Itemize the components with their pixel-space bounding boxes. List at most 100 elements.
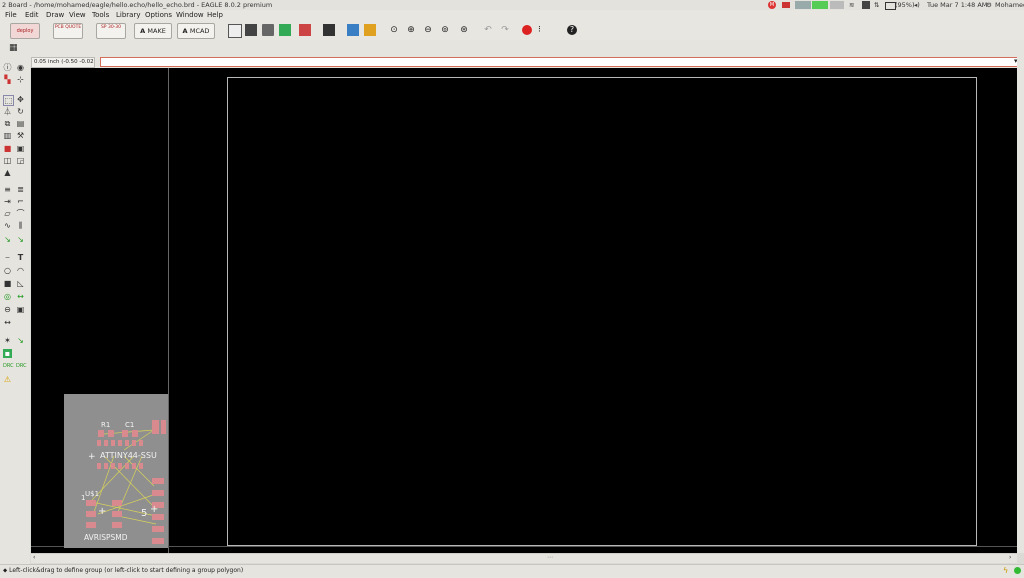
menu-library[interactable]: Library [116, 10, 140, 21]
smash-icon[interactable]: ◲ [16, 156, 25, 165]
meander-icon[interactable]: ∿ [3, 221, 12, 230]
ulp-icon[interactable] [323, 24, 335, 36]
menu-view[interactable]: View [69, 10, 86, 21]
move-icon[interactable]: ✥ [16, 95, 25, 104]
hole-icon[interactable]: ⊖ [3, 305, 12, 314]
via-icon[interactable]: ◎ [3, 292, 12, 301]
lock-icon[interactable]: ▣ [16, 144, 25, 153]
eye-icon[interactable]: ◉ [16, 63, 25, 72]
mcad-button[interactable]: A MCAD [177, 23, 215, 39]
zoom-redraw-icon[interactable]: ⊚ [439, 24, 451, 36]
clock[interactable]: Tue Mar 7 1:48 AM [927, 0, 987, 10]
command-input[interactable] [100, 57, 1020, 67]
grid-icon[interactable]: ▦ [9, 43, 19, 53]
menu-help[interactable]: Help [207, 10, 223, 21]
delete-icon[interactable]: ▥ [3, 131, 12, 140]
go-icon[interactable]: ⁝ [538, 24, 544, 36]
component-cluster[interactable]: R1 C1 ATTINY44-SSU + 1 U$1 + 5 + AVRISPS… [64, 394, 168, 548]
name-icon[interactable]: ≡ [3, 185, 12, 194]
ulp-run-icon[interactable] [364, 24, 376, 36]
change-icon[interactable]: ▱ [3, 209, 12, 218]
wifi-icon[interactable]: ≋ [849, 0, 854, 10]
board-outline[interactable] [227, 77, 977, 546]
fusion-sync-button[interactable]: deploy [10, 23, 40, 39]
menu-window[interactable]: Window [176, 10, 204, 21]
volume-icon[interactable]: ◂) [914, 0, 920, 10]
replace-icon[interactable]: ■ [3, 144, 12, 153]
keyboard-icon[interactable]: ⇅ [874, 0, 879, 10]
slice-icon[interactable]: ⫼ [16, 221, 25, 230]
cam-processor-icon[interactable] [279, 24, 291, 36]
signal-icon[interactable]: ↔ [16, 292, 25, 301]
menu-draw[interactable]: Draw [46, 10, 64, 21]
print-icon[interactable] [262, 24, 274, 36]
value-icon[interactable]: ≣ [16, 185, 25, 194]
group-icon[interactable]: ⬚ [3, 95, 14, 106]
header-pad [112, 522, 122, 528]
layers-icon[interactable]: ▚ [3, 75, 12, 84]
route-icon[interactable]: ↘ [3, 235, 12, 244]
make-button[interactable]: A MAKE [134, 23, 172, 39]
scroll-thumb-grip[interactable]: ⋯ [547, 554, 553, 561]
rotate-icon[interactable]: ↻ [16, 107, 25, 116]
stop-icon[interactable] [522, 25, 532, 35]
miter-icon[interactable]: ⌐ [16, 197, 25, 206]
polygon-icon[interactable]: ◺ [16, 279, 25, 288]
padlock-icon[interactable]: ▲ [3, 168, 12, 177]
record-icon[interactable] [782, 2, 790, 8]
dropbox-icon[interactable] [862, 1, 870, 9]
zoom-fit-icon[interactable]: ⊙ [388, 24, 400, 36]
mark-icon[interactable]: ⊹ [16, 75, 25, 84]
text-icon[interactable]: T [16, 253, 25, 262]
menu-options[interactable]: Options [145, 10, 172, 21]
ripup-icon[interactable]: ↘ [16, 235, 25, 244]
arc-icon[interactable]: ◠ [16, 266, 25, 275]
errors-icon[interactable]: ⚠ [3, 375, 12, 384]
network-monitor-icon[interactable] [830, 1, 844, 9]
save-icon[interactable] [245, 24, 257, 36]
board-canvas[interactable]: R1 C1 ATTINY44-SSU + 1 U$1 + 5 + AVRISPS… [31, 68, 1017, 553]
zoom-in-icon[interactable]: ⊕ [405, 24, 417, 36]
notification-badge[interactable]: M [768, 1, 776, 9]
optimize-icon[interactable]: ◫ [3, 156, 12, 165]
dimension-icon[interactable]: ↔ [3, 318, 12, 327]
horizontal-scrollbar[interactable]: ‹ ⋯ › [31, 553, 1017, 563]
script-icon[interactable] [347, 24, 359, 36]
switch-schematic-icon[interactable] [299, 24, 311, 36]
wrench-icon[interactable]: ⚒ [16, 131, 25, 140]
info-icon[interactable]: ⓘ [3, 63, 12, 72]
copy-icon[interactable]: ⧉ [3, 119, 12, 128]
cpu-monitor-icon[interactable] [795, 1, 811, 9]
sp-button[interactable]: SP 30-30 [96, 23, 126, 39]
zoom-select-icon[interactable]: ⊛ [458, 24, 470, 36]
split-icon[interactable]: ⇥ [3, 197, 12, 206]
circle-icon[interactable]: ○ [3, 266, 12, 275]
zoom-out-icon[interactable]: ⊖ [422, 24, 434, 36]
wire-icon[interactable]: ⎯ [3, 253, 12, 262]
redo-icon[interactable]: ↷ [499, 24, 511, 36]
ratsnest-icon[interactable]: ✶ [3, 336, 12, 345]
erc-icon[interactable]: ▪ [3, 349, 12, 358]
attribute-icon[interactable]: ▣ [16, 305, 25, 314]
chevron-right-icon[interactable]: › [1009, 554, 1011, 561]
drc-check-icon[interactable]: DRC [16, 362, 27, 371]
menu-file[interactable]: File [5, 10, 17, 21]
drc-icon[interactable]: DRC [3, 362, 14, 371]
help-icon[interactable]: ? [567, 25, 577, 35]
autorouter-icon[interactable]: ↘ [16, 336, 25, 345]
menu-tools[interactable]: Tools [92, 10, 109, 21]
paste-icon[interactable]: ▤ [16, 119, 25, 128]
menu-edit[interactable]: Edit [25, 10, 39, 21]
pcb-quote-button[interactable]: PCB QUOTE [53, 23, 83, 39]
mirror-icon[interactable]: ⏃ [3, 107, 12, 116]
paint-icon[interactable]: ⌒ [16, 209, 25, 218]
gear-icon[interactable]: ⚙ [986, 0, 992, 10]
vertical-scrollbar[interactable] [1017, 56, 1024, 553]
user-name[interactable]: Mohamed [995, 0, 1024, 10]
rectangle-icon[interactable]: ■ [3, 279, 12, 288]
undo-icon[interactable]: ↶ [482, 24, 494, 36]
lightning-icon[interactable]: ϟ [1003, 566, 1008, 575]
open-icon[interactable] [228, 24, 242, 38]
memory-monitor-icon[interactable] [812, 1, 828, 9]
chevron-left-icon[interactable]: ‹ [33, 554, 35, 561]
